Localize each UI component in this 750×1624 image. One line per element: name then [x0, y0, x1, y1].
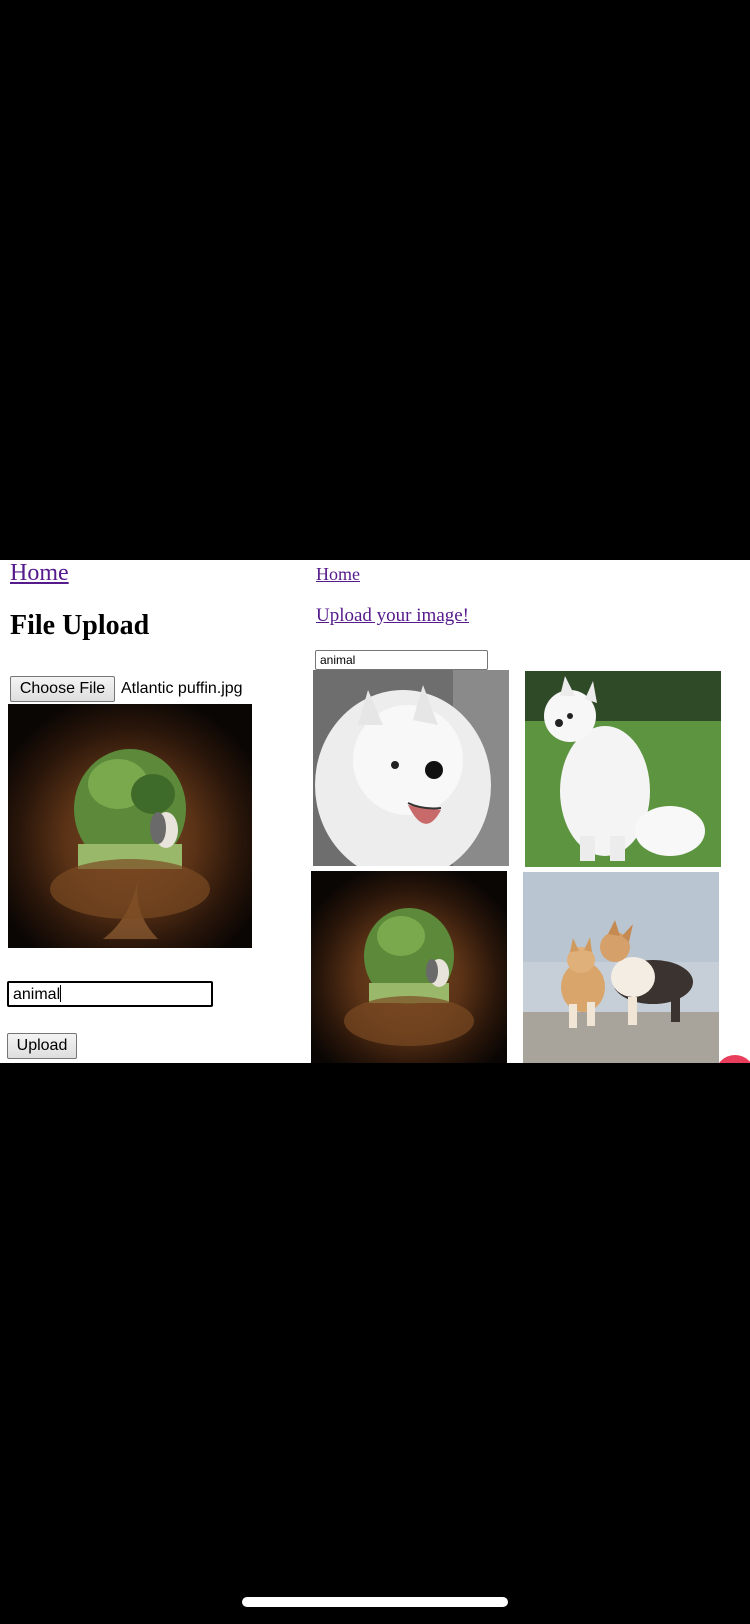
gallery-image-2[interactable] — [525, 671, 721, 867]
upload-preview-image — [8, 704, 252, 948]
choose-file-button[interactable]: Choose File — [10, 676, 115, 702]
gallery-image-1[interactable] — [313, 670, 509, 866]
home-indicator[interactable] — [242, 1597, 508, 1607]
upload-your-image-link[interactable]: Upload your image! — [316, 605, 469, 627]
upload-button[interactable]: Upload — [7, 1033, 77, 1059]
tag-input[interactable]: animal — [7, 981, 213, 1007]
floating-action-button[interactable] — [715, 1055, 750, 1063]
selected-file-name: Atlantic puffin.jpg — [121, 680, 243, 697]
left-home-link[interactable]: Home — [10, 560, 69, 587]
right-home-link[interactable]: Home — [316, 564, 360, 585]
search-input[interactable]: animal — [315, 650, 488, 670]
page-title: File Upload — [10, 610, 150, 641]
gallery-image-4[interactable] — [523, 872, 719, 1063]
gallery-image-3[interactable] — [311, 871, 507, 1063]
text-caret — [60, 985, 62, 1002]
screen-content: Home File Upload Choose File Atlantic pu… — [0, 560, 750, 1063]
